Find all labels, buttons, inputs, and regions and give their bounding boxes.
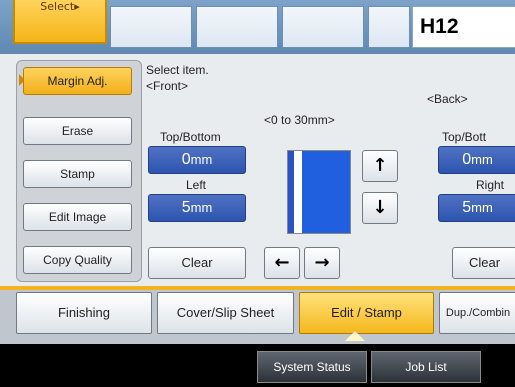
back-top-bottom-value[interactable]: 0mm xyxy=(438,146,515,174)
page-preview-icon xyxy=(287,150,351,234)
select-label: Select▸ xyxy=(40,0,80,13)
front-left-label: Left xyxy=(186,178,207,192)
back-top-bottom-label: Top/Bott xyxy=(442,130,487,144)
front-label: <Front> xyxy=(146,79,189,93)
back-top-bottom-unit: mm xyxy=(471,152,493,167)
back-right-label: Right xyxy=(476,178,505,192)
tab-cover-slip-sheet[interactable]: Cover/Slip Sheet xyxy=(157,292,294,334)
back-right-value[interactable]: 5mm xyxy=(438,194,515,222)
arrow-down-button[interactable]: ↓ xyxy=(362,192,398,224)
back-top-bottom-number: 0 xyxy=(462,151,472,168)
back-right-number: 5 xyxy=(462,199,472,216)
tab-edit-stamp[interactable]: Edit / Stamp xyxy=(299,292,434,334)
copier-screen: Select▸ H12 Margin Adj. Erase Stamp Edit… xyxy=(0,0,515,387)
back-clear-button[interactable]: Clear xyxy=(452,247,515,279)
back-right-unit: mm xyxy=(471,200,493,215)
menu-item-stamp[interactable]: Stamp xyxy=(23,160,132,188)
front-left-unit: mm xyxy=(190,200,213,215)
front-top-bottom-value[interactable]: 0mm xyxy=(148,146,246,174)
menu-item-copy-quality[interactable]: Copy Quality xyxy=(23,246,132,274)
menu-item-margin-adj[interactable]: Margin Adj. xyxy=(23,67,132,95)
toolbar-slot[interactable] xyxy=(196,6,278,48)
menu-item-edit-image[interactable]: Edit Image xyxy=(23,203,132,231)
instruction-text: Select item. xyxy=(146,63,209,77)
select-button[interactable]: Select▸ xyxy=(13,0,107,44)
arrow-up-button[interactable]: ↑ xyxy=(362,150,398,182)
front-left-number: 5 xyxy=(181,199,191,216)
front-left-value[interactable]: 5mm xyxy=(148,194,246,222)
active-tab-pointer xyxy=(345,331,365,341)
arrow-right-button[interactable]: → xyxy=(304,247,340,279)
toolbar-slot[interactable] xyxy=(110,6,192,48)
system-status-button[interactable]: System Status xyxy=(257,351,367,383)
top-toolbar: Select▸ H12 xyxy=(0,0,515,56)
front-clear-button[interactable]: Clear xyxy=(148,247,246,279)
front-top-bottom-label: Top/Bottom xyxy=(160,130,221,144)
tab-dup-combine[interactable]: Dup./Combin xyxy=(439,292,515,334)
range-label: <0 to 30mm> xyxy=(264,113,335,127)
toolbar-slot[interactable] xyxy=(282,6,364,48)
job-list-button[interactable]: Job List xyxy=(371,351,481,383)
screen-id-label: H12 xyxy=(420,15,459,38)
toolbar-slot[interactable] xyxy=(368,6,410,48)
page-preview-margin xyxy=(288,151,294,233)
page-preview-image xyxy=(302,151,350,233)
menu-item-erase[interactable]: Erase xyxy=(23,117,132,145)
front-top-bottom-unit: mm xyxy=(190,152,213,167)
tab-finishing[interactable]: Finishing xyxy=(16,292,152,334)
arrow-left-button[interactable]: ← xyxy=(264,247,300,279)
back-label: <Back> xyxy=(427,92,468,106)
front-top-bottom-number: 0 xyxy=(181,151,191,168)
